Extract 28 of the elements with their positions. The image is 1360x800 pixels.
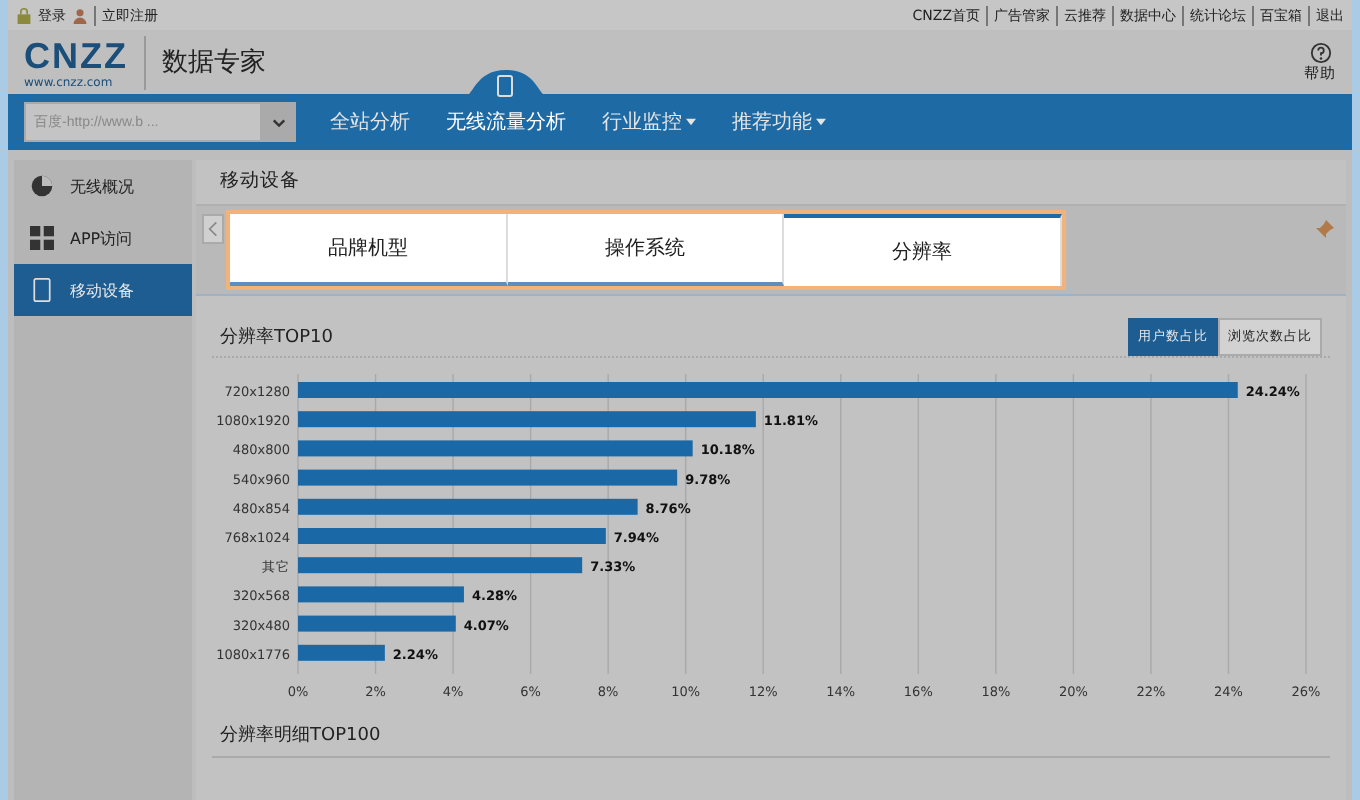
section-title: 分辨率明细TOP100 — [212, 722, 1330, 758]
nav-item[interactable]: 推荐功能 — [718, 108, 840, 136]
grid-icon — [30, 226, 54, 250]
caret-icon — [816, 118, 826, 127]
tab[interactable]: 品牌机型 — [230, 214, 508, 286]
pin-icon[interactable] — [1314, 220, 1334, 240]
sidebar-item[interactable]: 无线概况 — [14, 160, 192, 212]
chevron-left-icon — [208, 222, 218, 236]
lock-icon — [16, 7, 32, 23]
tab[interactable]: 分辨率 — [784, 214, 1063, 286]
sidebar-item[interactable]: 移动设备 — [14, 264, 192, 316]
pie-chart-icon — [30, 174, 54, 198]
user-icon — [72, 7, 88, 23]
product-name: 数据专家 — [162, 46, 266, 80]
dropdown-button[interactable] — [260, 102, 296, 142]
help-icon[interactable] — [1309, 41, 1331, 63]
chart-title: 分辨率TOP10 — [220, 325, 333, 349]
phone-icon — [30, 278, 54, 302]
nav-item[interactable]: 行业监控 — [588, 108, 710, 136]
logo: CNZZ — [24, 35, 128, 77]
scroll-left-button[interactable] — [202, 214, 224, 244]
nav-item[interactable]: 全站分析 — [316, 108, 424, 136]
sidebar-item[interactable]: APP访问 — [14, 212, 192, 264]
nav-item[interactable]: 无线流量分析 — [432, 108, 580, 136]
caret-icon — [271, 117, 285, 127]
caret-icon — [686, 118, 696, 127]
bar — [298, 644, 385, 661]
tab[interactable]: 操作系统 — [507, 214, 785, 286]
